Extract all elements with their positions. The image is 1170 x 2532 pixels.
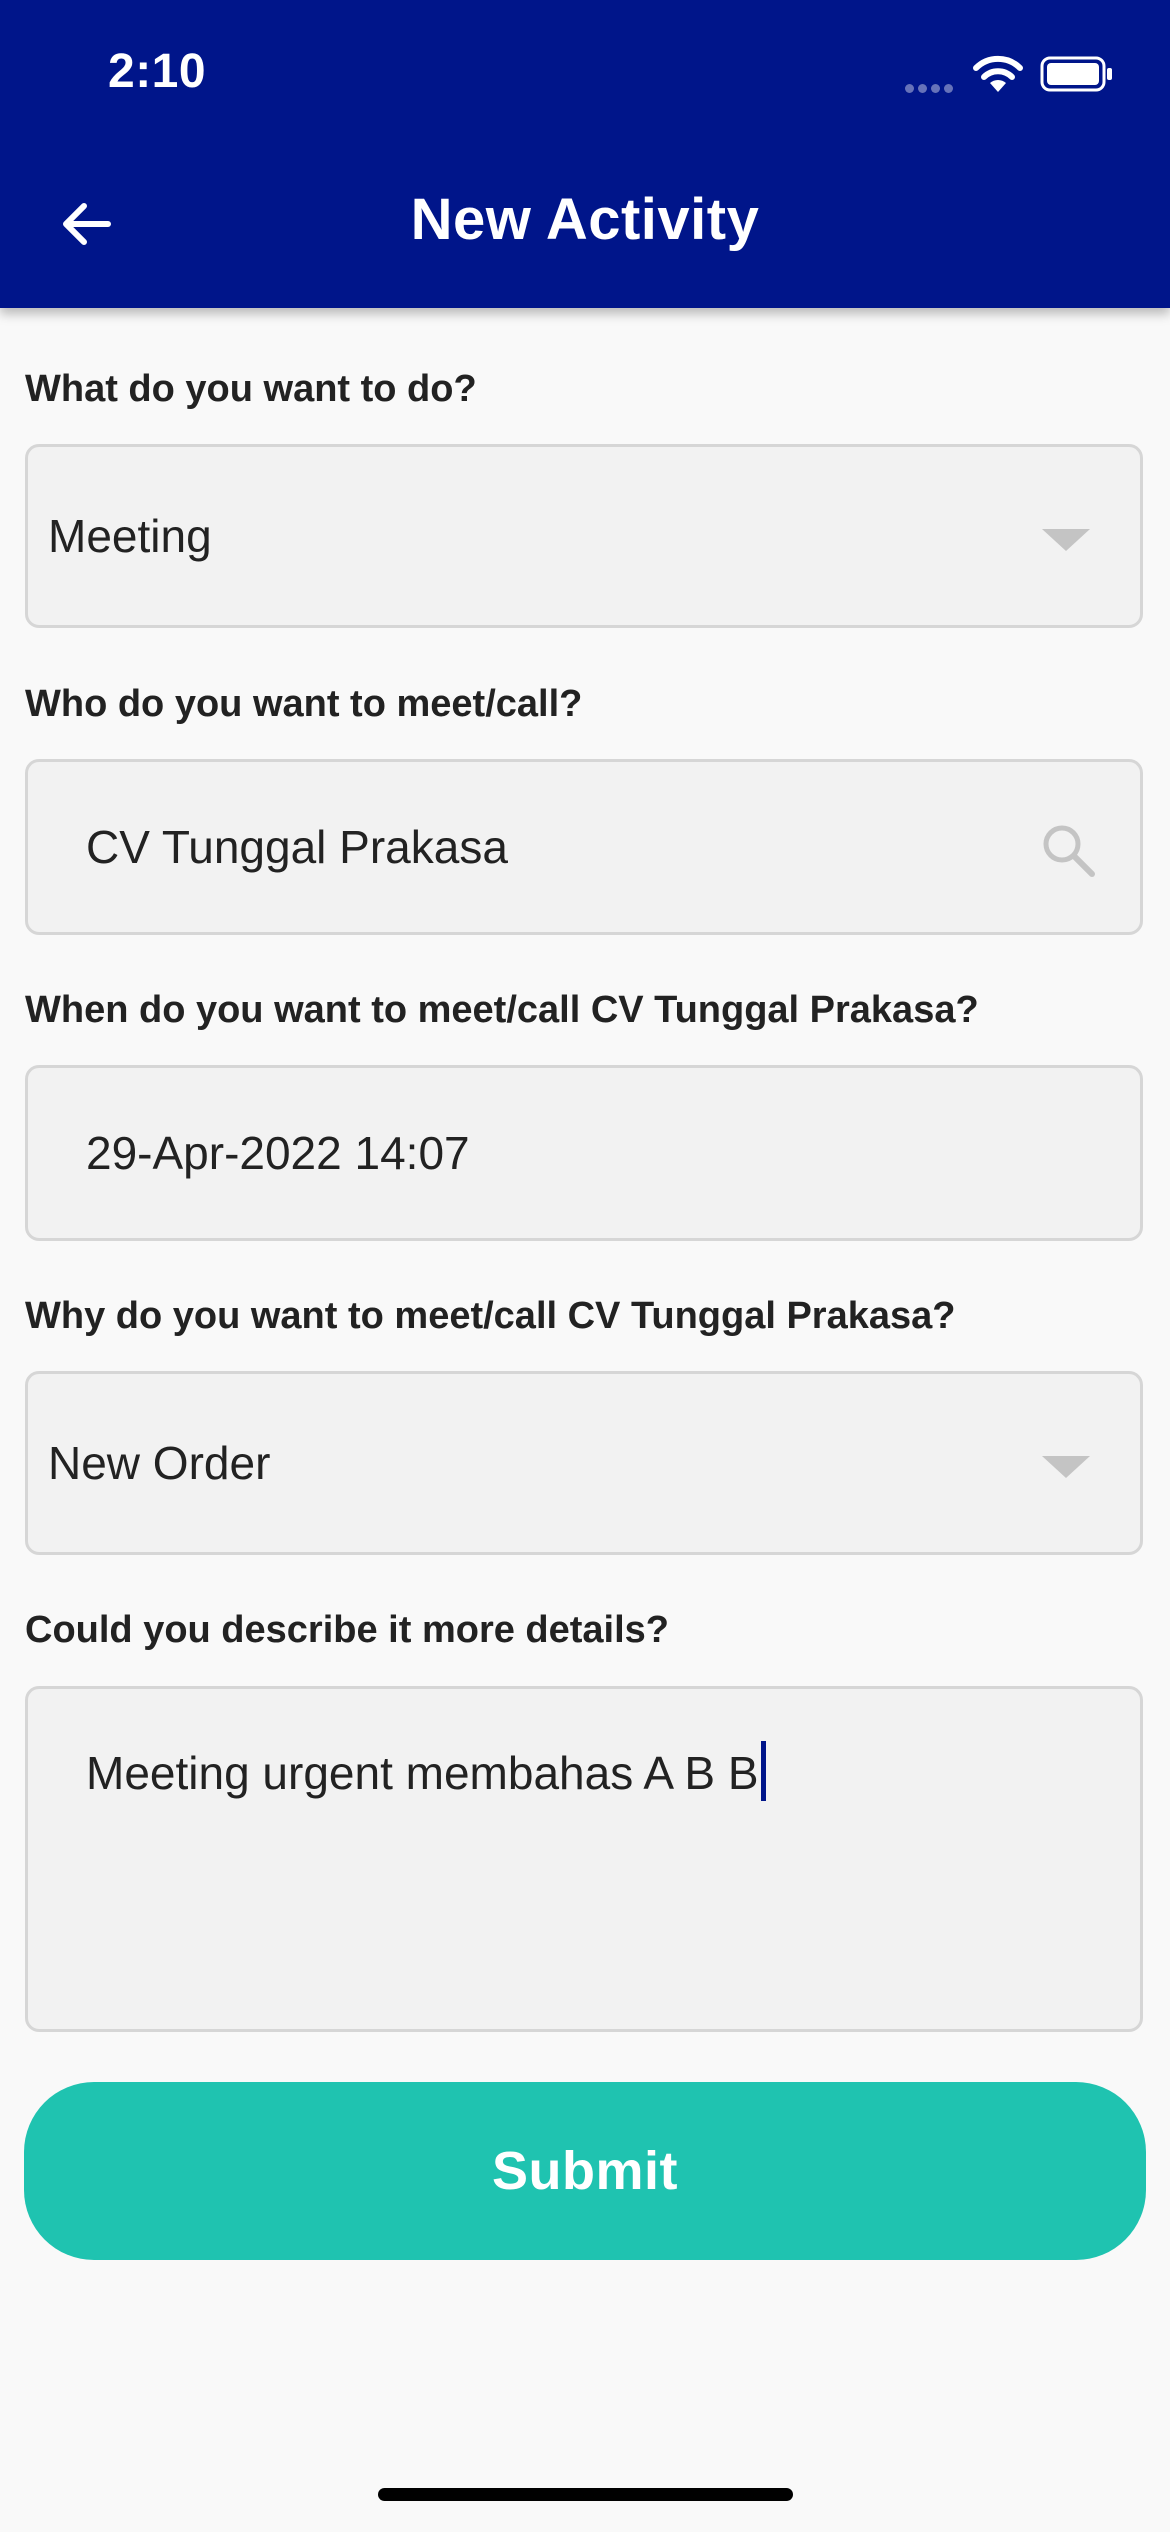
search-icon[interactable] xyxy=(1038,820,1098,880)
activity-type-label: What do you want to do? xyxy=(25,368,477,410)
purpose-select[interactable]: New Order xyxy=(25,1371,1143,1555)
status-bar-time: 2:10 xyxy=(108,45,207,98)
app-header: 2:10 New Activity xyxy=(0,0,1170,308)
text-cursor xyxy=(760,1741,766,1801)
cellular-signal-icon xyxy=(905,80,961,93)
wifi-icon xyxy=(973,55,1023,92)
home-indicator[interactable] xyxy=(378,2488,793,2501)
submit-button[interactable]: Submit xyxy=(24,2082,1146,2260)
activity-type-value: Meeting xyxy=(48,510,212,562)
contact-label: Who do you want to meet/call? xyxy=(25,683,583,725)
purpose-label: Why do you want to meet/call CV Tunggal … xyxy=(25,1295,956,1337)
contact-search-field[interactable]: CV Tunggal Prakasa xyxy=(25,759,1143,935)
details-textarea[interactable]: Meeting urgent membahas A B B xyxy=(25,1686,1143,2032)
purpose-value: New Order xyxy=(48,1437,271,1489)
datetime-label: When do you want to meet/call CV Tunggal… xyxy=(25,989,979,1031)
details-value: Meeting urgent membahas A B B xyxy=(86,1747,759,1799)
page-title: New Activity xyxy=(410,187,760,252)
contact-value: CV Tunggal Prakasa xyxy=(86,821,508,873)
battery-icon xyxy=(1040,56,1112,92)
details-label: Could you describe it more details? xyxy=(25,1609,670,1651)
chevron-down-icon xyxy=(1042,529,1090,551)
chevron-down-icon xyxy=(1042,1456,1090,1478)
activity-type-select[interactable]: Meeting xyxy=(25,444,1143,628)
details-text-line: Meeting urgent membahas A B B xyxy=(86,1741,766,1801)
datetime-field[interactable]: 29-Apr-2022 14:07 xyxy=(25,1065,1143,1241)
datetime-value: 29-Apr-2022 14:07 xyxy=(86,1127,470,1179)
